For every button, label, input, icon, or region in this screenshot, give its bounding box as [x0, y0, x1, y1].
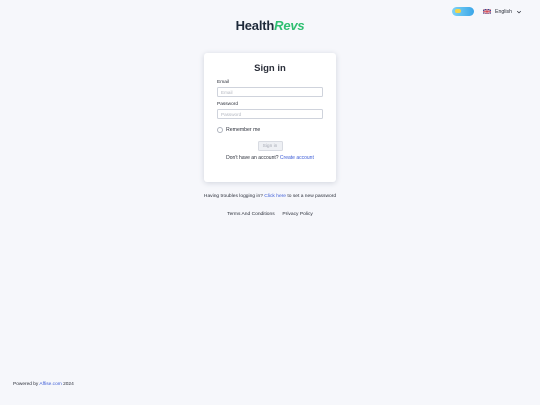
promo-badge-icon[interactable] [451, 7, 474, 16]
powered-by: Powered by Affise.com 2024 [13, 382, 74, 387]
trouble-text-after: to set a new password [287, 194, 337, 199]
chevron-down-icon [516, 10, 522, 13]
remember-me-row[interactable]: Remember me [217, 127, 323, 133]
signin-title: Sign in [254, 63, 286, 74]
no-account-text: Don't have an account? [226, 155, 279, 161]
affise-link[interactable]: Affise.com [39, 382, 61, 387]
trouble-text: Having troubles logging in? [203, 194, 263, 199]
no-account-row: Don't have an account? Create account [217, 155, 323, 161]
reset-password-link[interactable]: Click here [264, 194, 286, 199]
powered-year: 2024 [63, 382, 74, 387]
trouble-login-row: Having troubles logging in? Click here t… [0, 194, 540, 199]
remember-me-label: Remember me [226, 127, 261, 133]
logo-text-revs: Revs [274, 18, 305, 33]
create-account-link[interactable]: Create account [280, 155, 314, 161]
terms-link[interactable]: Terms And Conditions [227, 212, 275, 217]
top-right-controls: English [451, 7, 522, 16]
privacy-link[interactable]: Privacy Policy [282, 212, 312, 217]
footer-links: Terms And Conditions Privacy Policy [0, 212, 540, 217]
email-field[interactable] [217, 87, 323, 97]
app-logo: HealthRevs [0, 18, 540, 33]
uk-flag-icon [482, 8, 491, 15]
language-label: English [494, 8, 512, 15]
signin-card: Sign in Email Password Remember me Sign … [204, 53, 336, 182]
language-selector[interactable]: English [482, 8, 522, 15]
remember-me-checkbox[interactable] [217, 127, 223, 133]
email-label: Email [217, 80, 229, 85]
logo-text-health: Health [235, 18, 275, 33]
password-field[interactable] [217, 109, 323, 119]
password-label: Password [217, 102, 239, 107]
signin-button[interactable]: Sign in [257, 141, 283, 151]
powered-prefix: Powered by [13, 382, 39, 387]
